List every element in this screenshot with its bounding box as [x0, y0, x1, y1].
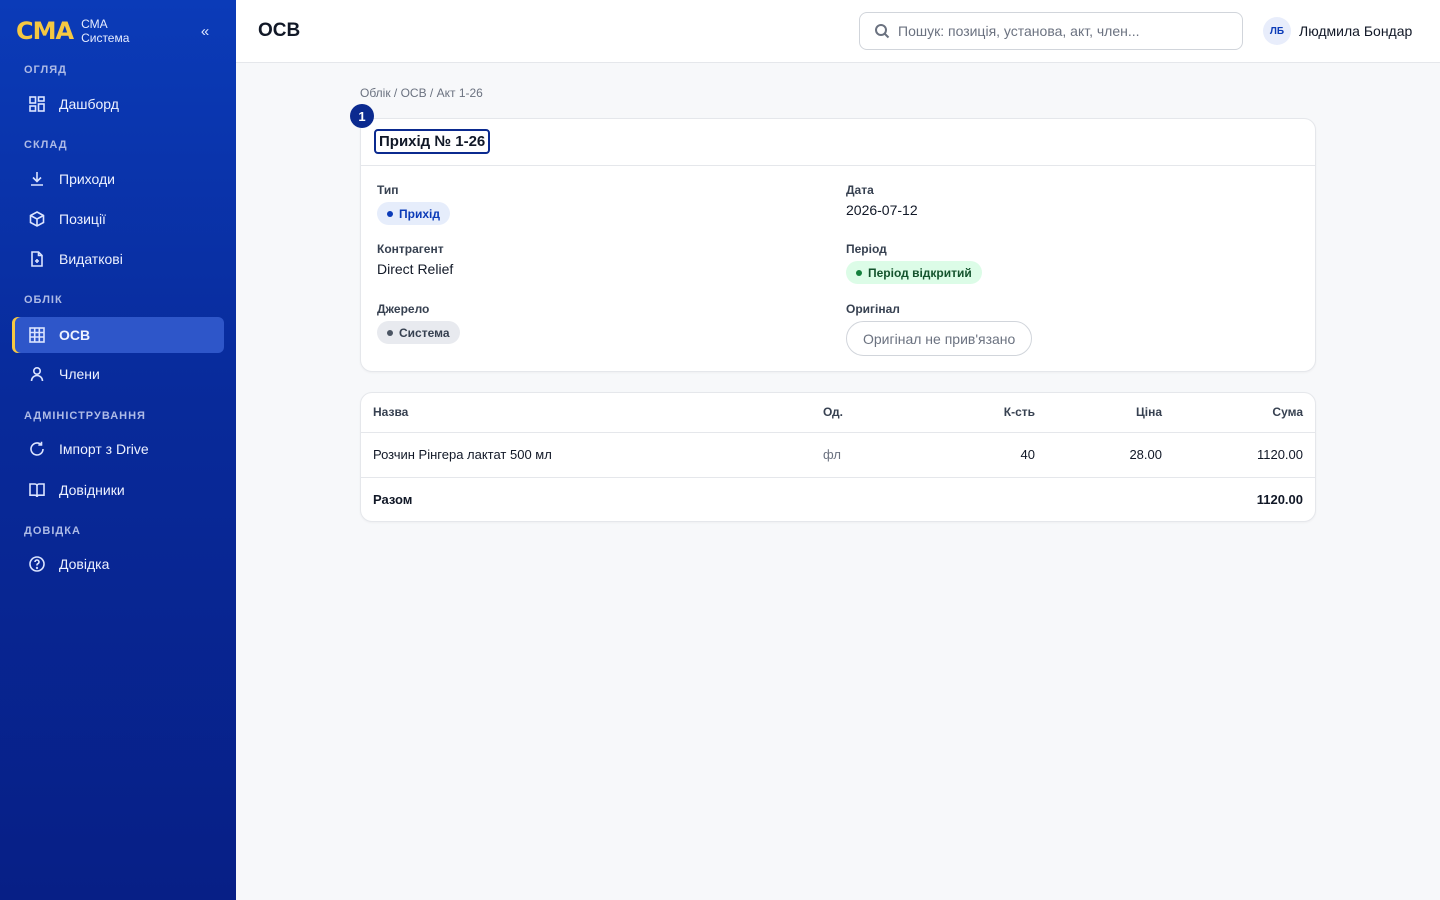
type-badge-label: Прихід	[399, 206, 440, 221]
section-administration: АДМІНІСТРУВАННЯ	[24, 410, 146, 422]
sidebar-item-label: Позиції	[59, 211, 106, 227]
field-label: Період	[846, 242, 887, 256]
total-empty-cell	[913, 477, 1035, 521]
user-menu[interactable]: ЛБ Людмила Бондар	[1263, 17, 1412, 45]
sidebar-item-receipts[interactable]: Приходи	[12, 161, 224, 197]
collapse-sidebar-button[interactable]: «	[196, 22, 214, 42]
brand[interactable]: CMA СМА Система	[16, 17, 129, 45]
sidebar-item-label: Довідники	[59, 482, 125, 498]
refresh-icon	[28, 440, 46, 458]
table-row[interactable]: Розчин Рінгера лактат 500 мл фл 40 28.00…	[361, 432, 1315, 478]
sidebar-item-label: Дашборд	[59, 96, 119, 112]
search-icon	[875, 24, 890, 39]
sidebar-item-label: Члени	[59, 366, 100, 382]
table-header-row: Назва Од. К-сть Ціна Сума	[361, 393, 1315, 433]
status-dot	[387, 329, 393, 336]
section-accounting: ОБЛІК	[24, 294, 63, 306]
field-counterparty: Контрагент Direct Relief	[377, 242, 453, 277]
field-label: Тип	[377, 183, 399, 197]
source-badge: Система	[377, 321, 460, 344]
sidebar-item-directories[interactable]: Довідники	[12, 472, 224, 508]
step-badge: 1	[350, 104, 374, 128]
attach-original-button[interactable]: Оригінал не прив'язано	[846, 321, 1033, 356]
cell-unit: фл	[823, 432, 913, 478]
brand-text: СМА Система	[81, 17, 129, 45]
column-header-qty: К-сть	[913, 393, 1035, 433]
document-title[interactable]: Прихід № 1-26	[374, 129, 491, 154]
cell-price: 28.00	[1035, 432, 1162, 478]
sidebar-item-label: Довідка	[59, 556, 110, 572]
period-badge-label: Період відкритий	[868, 265, 972, 280]
breadcrumb: Облік / ОСВ / Акт 1-26	[360, 86, 483, 100]
sidebar-item-dashboard[interactable]: Дашборд	[12, 86, 224, 122]
top-header: ОСВ ЛБ Людмила Бондар	[236, 0, 1440, 63]
sidebar: CMA СМА Система « ОГЛЯД Дашборд СКЛАД Пр…	[0, 0, 236, 900]
user-name: Людмила Бондар	[1299, 23, 1413, 39]
field-period: Період Період відкритий	[846, 242, 982, 284]
user-icon	[28, 365, 46, 383]
book-icon	[28, 481, 46, 499]
table-icon	[28, 326, 46, 344]
cell-qty: 40	[913, 432, 1035, 478]
brand-line2: Система	[81, 31, 130, 45]
file-icon	[28, 250, 46, 268]
brand-logo: CMA	[16, 17, 74, 45]
document-card: Прихід № 1-26 Тип Прихід Дата 2026-07-12…	[360, 118, 1316, 372]
sidebar-item-help[interactable]: Довідка	[12, 546, 224, 582]
status-dot	[856, 269, 862, 276]
page-title: ОСВ	[258, 20, 301, 41]
sidebar-item-label: Видаткові	[59, 251, 123, 267]
sidebar-item-label: ОСВ	[59, 327, 91, 343]
field-label: Дата	[846, 183, 874, 197]
total-value: 1120.00	[1256, 491, 1303, 507]
type-badge: Прихід	[377, 202, 450, 225]
field-original: Оригінал Оригінал не прив'язано	[846, 302, 1033, 356]
sidebar-item-osv[interactable]: ОСВ	[12, 317, 224, 353]
sidebar-item-label: Приходи	[59, 171, 115, 187]
download-icon	[28, 170, 46, 188]
counterparty-value: Direct Relief	[377, 261, 454, 277]
status-dot	[387, 210, 393, 217]
column-header-price: Ціна	[1035, 393, 1162, 433]
cell-sum: 1120.00	[1162, 432, 1315, 478]
table-total-row: Разом 1120.00	[361, 477, 1315, 521]
brand-line1: СМА	[81, 17, 108, 31]
sidebar-item-expenses[interactable]: Видаткові	[12, 241, 224, 277]
items-table-card: Назва Од. К-сть Ціна Сума Розчин Рінгера…	[360, 392, 1316, 522]
help-icon	[28, 555, 46, 573]
field-type: Тип Прихід	[377, 183, 450, 225]
sidebar-item-members[interactable]: Члени	[12, 356, 224, 392]
items-table: Назва Од. К-сть Ціна Сума Розчин Рінгера…	[361, 393, 1315, 521]
field-label: Джерело	[377, 302, 430, 316]
document-card-header: Прихід № 1-26	[361, 119, 1315, 166]
field-label: Оригінал	[846, 302, 900, 316]
dashboard-icon	[28, 95, 46, 113]
field-date: Дата 2026-07-12	[846, 183, 918, 218]
sidebar-item-label: Імпорт з Drive	[59, 441, 149, 457]
column-header-name: Назва	[361, 393, 823, 433]
total-label: Разом	[373, 491, 413, 507]
search-input[interactable]	[898, 23, 1228, 39]
search-box[interactable]	[859, 12, 1243, 50]
avatar: ЛБ	[1263, 17, 1291, 45]
sidebar-item-positions[interactable]: Позиції	[12, 201, 224, 237]
section-help: ДОВІДКА	[24, 525, 81, 537]
section-warehouse: СКЛАД	[24, 139, 68, 151]
date-value: 2026-07-12	[846, 202, 918, 218]
column-header-sum: Сума	[1162, 393, 1315, 433]
field-source: Джерело Система	[377, 302, 460, 344]
box-icon	[28, 210, 46, 228]
sidebar-item-import-drive[interactable]: Імпорт з Drive	[12, 431, 224, 467]
source-badge-label: Система	[399, 325, 450, 340]
column-header-unit: Од.	[823, 393, 913, 433]
cell-name: Розчин Рінгера лактат 500 мл	[361, 432, 823, 478]
period-badge: Період відкритий	[846, 261, 982, 284]
total-empty-cell	[1035, 477, 1162, 521]
section-overview: ОГЛЯД	[24, 64, 67, 76]
total-empty-cell	[823, 477, 913, 521]
field-label: Контрагент	[377, 242, 444, 256]
